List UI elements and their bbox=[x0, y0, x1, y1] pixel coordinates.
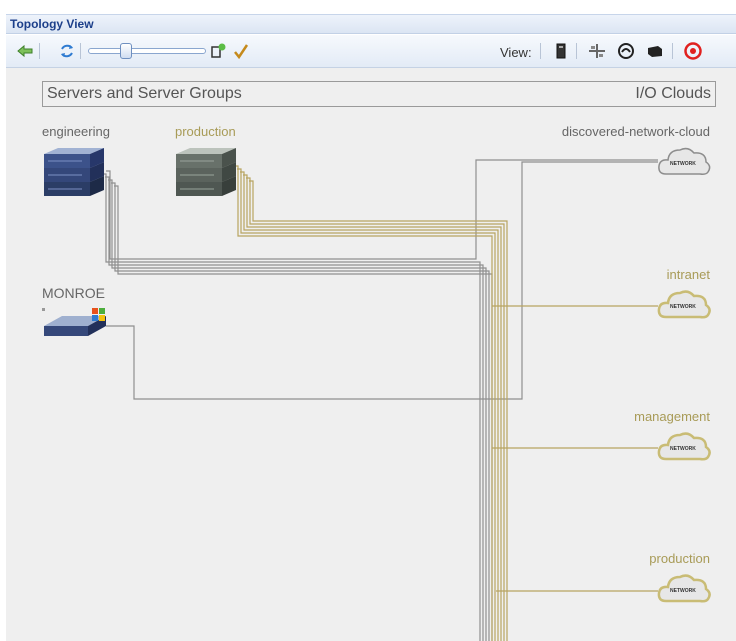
wire-engineering bbox=[105, 176, 484, 641]
wire-production bbox=[234, 165, 493, 641]
cloud-label-management: management bbox=[634, 409, 710, 424]
connection-wires bbox=[102, 159, 658, 641]
servers-heading: Servers and Server Groups bbox=[47, 85, 242, 102]
cloud-badge: NETWORK bbox=[670, 588, 696, 594]
server-group-engineering-icon[interactable] bbox=[42, 148, 106, 200]
wire-production bbox=[240, 171, 499, 641]
toolbar-separator bbox=[672, 43, 673, 59]
wire-production bbox=[246, 177, 505, 641]
clouds-heading: I/O Clouds bbox=[635, 85, 711, 102]
cloud-label-production: production bbox=[649, 551, 710, 566]
cloud-badge: NETWORK bbox=[670, 304, 696, 310]
toolbar-separator bbox=[576, 43, 577, 59]
server-view-icon[interactable] bbox=[552, 42, 570, 60]
wire-production bbox=[249, 180, 508, 641]
topology-canvas[interactable]: Servers and Server Groups I/O Clouds eng… bbox=[6, 68, 736, 641]
toolbar-separator bbox=[80, 43, 81, 59]
check-icon[interactable] bbox=[232, 42, 250, 60]
cloud-discovered-network-cloud[interactable]: NETWORK bbox=[656, 144, 712, 178]
cloud-intranet[interactable]: NETWORK bbox=[656, 287, 712, 321]
wire-engineering bbox=[111, 182, 490, 641]
server-group-production-icon[interactable] bbox=[174, 148, 238, 200]
cloud-label-discovered-network-cloud: discovered-network-cloud bbox=[561, 124, 710, 139]
zoom-slider-thumb[interactable] bbox=[119, 43, 132, 59]
window-title: Topology View bbox=[10, 17, 94, 31]
stop-icon[interactable] bbox=[684, 42, 702, 60]
wire-engineering bbox=[108, 179, 487, 641]
add-node-icon[interactable] bbox=[209, 42, 227, 60]
title-bar: Topology View bbox=[6, 14, 736, 34]
server-label-monroe: MONROE bbox=[42, 285, 105, 301]
storage-view-icon[interactable] bbox=[646, 42, 664, 60]
cloud-view-icon[interactable] bbox=[617, 42, 635, 60]
cloud-management[interactable]: NETWORK bbox=[656, 429, 712, 463]
wire-production bbox=[243, 174, 502, 641]
canvas-header: Servers and Server Groups I/O Clouds bbox=[42, 81, 716, 107]
refresh-icon[interactable] bbox=[58, 42, 76, 60]
cloud-badge: NETWORK bbox=[670, 446, 696, 452]
view-label: View: bbox=[500, 45, 532, 60]
zoom-slider[interactable] bbox=[88, 48, 206, 54]
wire-engineering bbox=[114, 185, 493, 641]
toolbar-separator bbox=[540, 43, 541, 59]
server-monroe-icon[interactable] bbox=[42, 306, 108, 340]
network-view-icon[interactable] bbox=[588, 42, 606, 60]
wire-engineering bbox=[102, 173, 481, 641]
toolbar-separator bbox=[39, 43, 40, 59]
server-label-engineering: engineering bbox=[42, 124, 110, 139]
back-arrow-icon[interactable] bbox=[16, 42, 34, 60]
cloud-production[interactable]: NETWORK bbox=[656, 571, 712, 605]
cloud-label-intranet: intranet bbox=[666, 267, 710, 282]
server-label-production: production bbox=[175, 124, 236, 139]
toolbar: View: bbox=[6, 35, 736, 68]
cloud-badge: NETWORK bbox=[670, 161, 696, 167]
wire-production bbox=[237, 168, 496, 641]
